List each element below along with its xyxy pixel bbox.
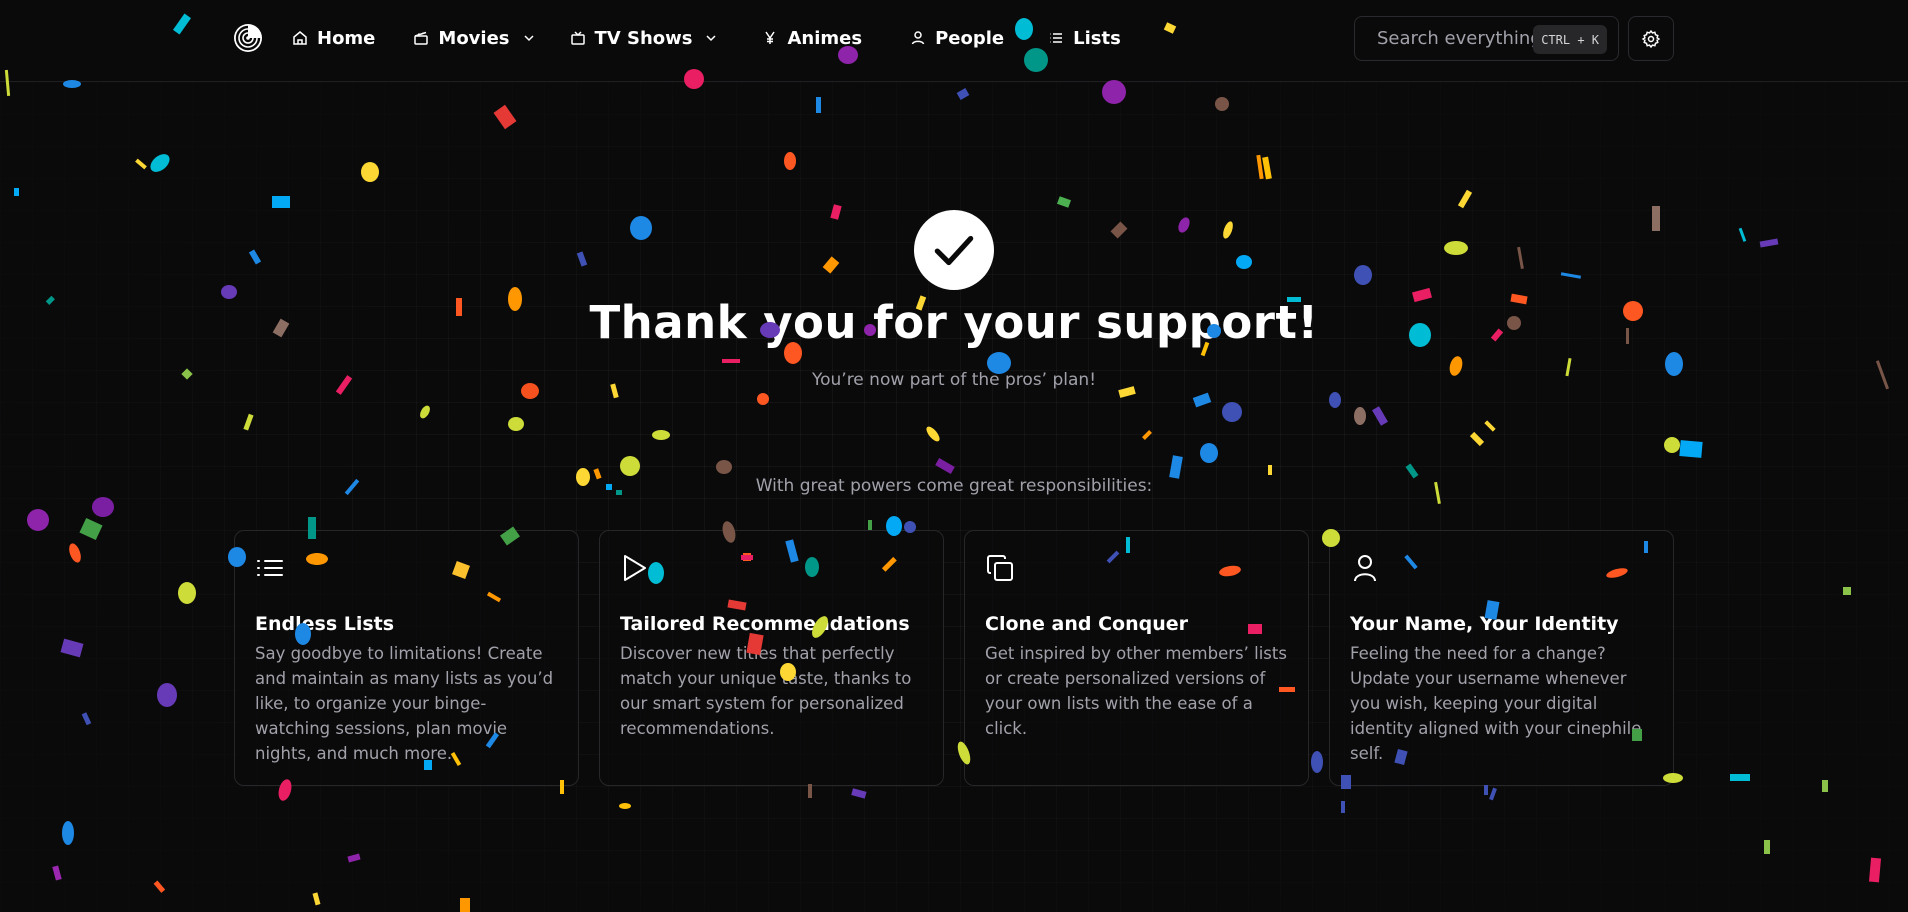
nav-people-label: People bbox=[935, 27, 1005, 49]
user-icon bbox=[911, 31, 925, 45]
nav-home-label: Home bbox=[317, 27, 376, 49]
nav-lists[interactable]: Lists bbox=[1048, 22, 1121, 54]
list-icon bbox=[257, 560, 283, 576]
nav-animes[interactable]: Animes bbox=[762, 22, 862, 54]
nav-tv-shows[interactable]: TV Shows bbox=[570, 22, 719, 54]
feature-title: Clone and Conquer bbox=[985, 613, 1189, 635]
play-icon bbox=[624, 555, 646, 581]
nav-movies[interactable]: Movies bbox=[413, 22, 535, 54]
feature-card: Tailored Recommendations Discover new ti… bbox=[599, 530, 944, 786]
page-subtitle: You’re now part of the pros’ plan! bbox=[811, 370, 1097, 390]
features-list: Endless Lists Say goodbye to limitations… bbox=[234, 530, 1674, 786]
success-check-badge bbox=[914, 210, 994, 290]
feature-title: Your Name, Your Identity bbox=[1350, 613, 1619, 635]
feature-description: Get inspired by other members’ lists or … bbox=[985, 644, 1287, 738]
feature-description: Say goodbye to limitations! Create and m… bbox=[255, 644, 554, 763]
gear-icon bbox=[1641, 29, 1661, 48]
nav-lists-label: Lists bbox=[1073, 27, 1121, 49]
list-icon bbox=[1050, 33, 1063, 43]
yen-icon bbox=[765, 31, 776, 44]
top-navbar: Home Movies TV Shows Animes People Lists… bbox=[0, 0, 1908, 82]
nav-tv-shows-label: TV Shows bbox=[594, 27, 693, 49]
feature-description: Discover new titles that perfectly match… bbox=[620, 644, 912, 738]
checkmark-icon bbox=[934, 235, 974, 266]
feature-description: Feeling the need for a change? Update yo… bbox=[1350, 644, 1642, 763]
main-nav: Home Movies TV Shows Animes People Lists bbox=[292, 22, 1121, 54]
page-title: Thank you for your support! bbox=[589, 296, 1319, 349]
nav-home[interactable]: Home bbox=[292, 22, 375, 54]
feature-card: Your Name, Your Identity Feeling the nee… bbox=[1329, 530, 1674, 786]
settings-button[interactable] bbox=[1628, 16, 1674, 61]
grid-fade bbox=[0, 82, 1908, 912]
nav-movies-label: Movies bbox=[438, 27, 510, 49]
feature-card: Endless Lists Say goodbye to limitations… bbox=[234, 530, 579, 786]
nav-animes-label: Animes bbox=[787, 27, 863, 49]
clapperboard-icon bbox=[414, 31, 429, 45]
feature-title: Endless Lists bbox=[255, 613, 395, 635]
feature-title: Tailored Recommendations bbox=[620, 613, 910, 635]
user-icon bbox=[1354, 555, 1376, 582]
features-label: With great powers come great responsibil… bbox=[755, 476, 1153, 496]
search-bar[interactable]: Search everything CTRL + K bbox=[1354, 16, 1619, 61]
chevron-down-icon bbox=[523, 35, 534, 42]
home-icon bbox=[293, 31, 307, 45]
search-shortcut-badge: CTRL + K bbox=[1533, 25, 1607, 54]
tv-icon bbox=[570, 31, 585, 45]
chevron-down-icon bbox=[706, 35, 717, 42]
search-placeholder: Search everything bbox=[1377, 28, 1542, 49]
logo-icon[interactable] bbox=[233, 23, 263, 53]
copy-icon bbox=[987, 555, 1013, 581]
feature-card: Clone and Conquer Get inspired by other … bbox=[964, 530, 1309, 786]
nav-people[interactable]: People bbox=[910, 22, 1004, 54]
